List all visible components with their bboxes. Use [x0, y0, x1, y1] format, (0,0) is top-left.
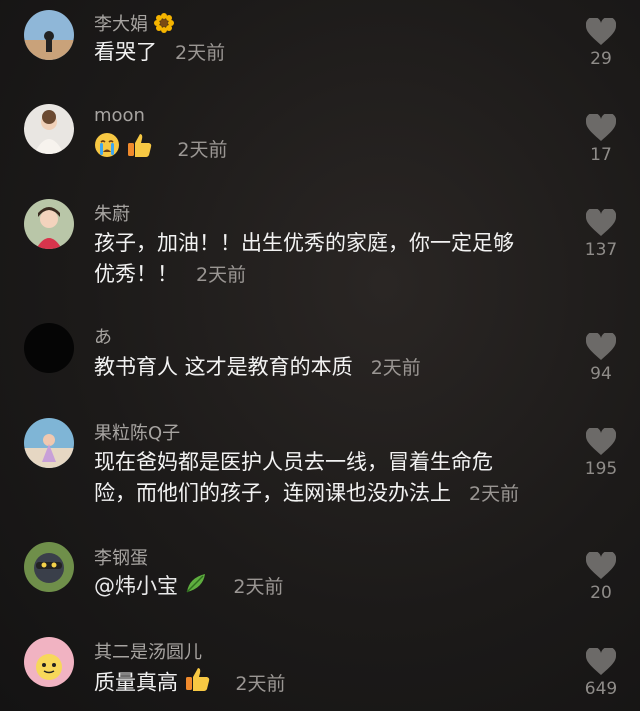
comment-text: 现在爸妈都是医护人员去一线，冒着生命危 险，而他们的孩子，连网课也没办法上 2天前 — [94, 450, 520, 505]
username: 果粒陈Q子 — [94, 423, 181, 444]
like-button[interactable]: 137 — [576, 209, 626, 260]
heart-icon — [586, 114, 616, 141]
comment-time: 2天前 — [233, 576, 284, 598]
like-count: 20 — [590, 583, 612, 603]
comment-text: 2天前 — [94, 132, 564, 167]
username: 朱蔚 — [94, 204, 130, 225]
sunflower-icon — [153, 12, 174, 38]
comment-time: 2天前 — [196, 264, 247, 286]
username: moon — [94, 105, 145, 126]
comment-text: 孩子，加油！！出生优秀的家庭，你一定足够 优秀！！ 2天前 — [94, 231, 514, 286]
username: 李大娟 — [94, 14, 148, 35]
like-count: 137 — [584, 240, 618, 260]
comment-time: 2天前 — [235, 672, 286, 695]
heart-icon — [586, 428, 616, 455]
heart-icon — [586, 552, 616, 579]
username: 李钢蛋 — [94, 548, 148, 569]
comment-time: 2天前 — [370, 357, 421, 379]
comment-text: @炜小宝 2天前 — [94, 571, 564, 603]
leaf-icon — [185, 572, 209, 603]
avatar[interactable] — [24, 542, 74, 592]
comment-time: 2天前 — [469, 483, 520, 505]
username: 其二是汤圆儿 — [94, 642, 202, 663]
mention-link[interactable]: @炜小宝 — [94, 574, 178, 598]
avatar[interactable] — [24, 418, 74, 468]
heart-icon — [586, 209, 616, 236]
comment-time: 2天前 — [177, 138, 228, 161]
avatar[interactable] — [24, 104, 74, 154]
avatar[interactable] — [24, 637, 74, 687]
crying-face-icon — [94, 132, 120, 167]
like-button[interactable]: 20 — [576, 552, 626, 603]
comment-time: 2天前 — [175, 42, 226, 64]
like-button[interactable]: 649 — [576, 648, 626, 699]
like-count: 29 — [590, 49, 612, 69]
heart-icon — [586, 18, 616, 45]
thumbs-up-icon — [185, 666, 211, 701]
like-count: 649 — [584, 679, 618, 699]
avatar[interactable] — [24, 199, 74, 249]
heart-icon — [586, 333, 616, 360]
like-count: 195 — [584, 459, 618, 479]
like-button[interactable]: 94 — [576, 333, 626, 384]
comment-text: 质量真高 2天前 — [94, 666, 564, 701]
thumbs-up-icon — [127, 132, 153, 167]
comment-text: 教书育人 这才是教育的本质 2天前 — [94, 355, 421, 379]
avatar[interactable] — [24, 10, 74, 60]
heart-icon — [586, 648, 616, 675]
like-button[interactable]: 29 — [576, 18, 626, 69]
username: あ — [94, 327, 112, 348]
like-button[interactable]: 195 — [576, 428, 626, 479]
avatar[interactable] — [24, 323, 74, 373]
like-button[interactable]: 17 — [576, 114, 626, 165]
comment-text: 看哭了 2天前 — [94, 40, 226, 64]
like-count: 94 — [590, 364, 612, 384]
like-count: 17 — [590, 145, 612, 165]
